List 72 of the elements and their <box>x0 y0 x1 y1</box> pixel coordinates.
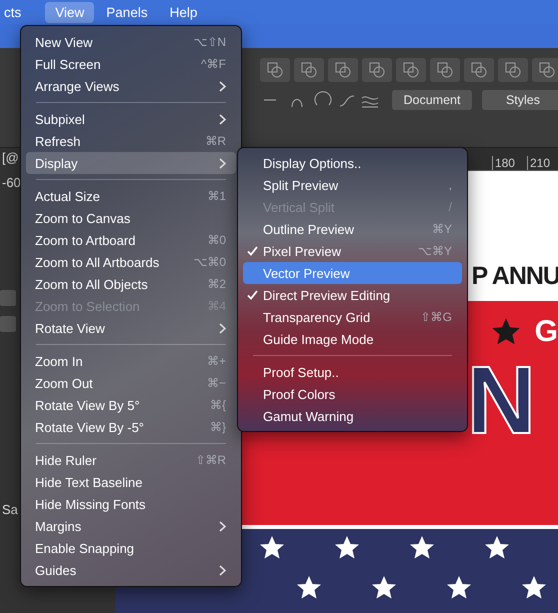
menu-item[interactable]: Subpixel <box>26 108 236 130</box>
shape-icon <box>369 62 385 78</box>
tool-button[interactable] <box>328 58 358 82</box>
menu-bar-item[interactable]: Help <box>160 2 208 22</box>
shape-icon <box>301 62 317 78</box>
menu-item[interactable]: Guides <box>26 559 236 581</box>
menu-item[interactable]: Zoom to Artboard ⌘0 <box>26 229 236 251</box>
tool-button[interactable] <box>498 58 528 82</box>
chevron-right-icon <box>219 322 226 334</box>
shape-icon <box>403 62 419 78</box>
menu-item[interactable]: Rotate View By -5° ⌘} <box>26 416 236 438</box>
menu-item[interactable]: Direct Preview Editing <box>243 284 462 306</box>
panel-tab-button[interactable]: Styles <box>482 90 558 110</box>
menu-item[interactable]: Enable Snapping <box>26 537 236 559</box>
artwork-letter: G <box>534 315 558 349</box>
menu-item[interactable]: Full Screen ^⌘F <box>26 53 236 75</box>
menu-item[interactable]: Hide Missing Fonts <box>26 493 236 515</box>
tool-button[interactable] <box>260 58 290 82</box>
checkmark-icon <box>247 246 258 256</box>
panel-label: Sa <box>1 502 18 517</box>
tool-button[interactable] <box>396 58 426 82</box>
star-icon <box>490 317 521 347</box>
shape-icon <box>267 62 283 78</box>
menu-item[interactable]: Gamut Warning <box>243 405 462 427</box>
shape-icon <box>539 62 555 78</box>
tool-button[interactable] <box>294 58 324 82</box>
tool-button[interactable] <box>362 58 392 82</box>
menu-item[interactable]: New View ⌥⇧N <box>26 31 236 53</box>
field-text: [@ <box>1 150 19 165</box>
artwork-big-letter: N <box>466 353 536 449</box>
tool-button[interactable] <box>532 58 558 82</box>
ruler-number: 210 <box>526 156 550 170</box>
menu-item[interactable]: Vector Preview <box>243 262 462 284</box>
menu-item[interactable]: Rotate View <box>26 317 236 339</box>
menu-item[interactable]: Zoom Out ⌘− <box>26 372 236 394</box>
ruler-number: -60 <box>1 175 21 190</box>
ruler-number: 180 <box>492 156 515 170</box>
menu-item[interactable]: Pixel Preview ⌥⌘Y <box>243 240 462 262</box>
menu-item[interactable]: Proof Colors <box>243 383 462 405</box>
chevron-right-icon <box>219 114 226 124</box>
menu-item[interactable]: Actual Size ⌘1 <box>26 185 236 207</box>
menu-bar-item[interactable]: Panels <box>96 2 158 22</box>
shape-icon <box>505 62 521 78</box>
tool-button[interactable] <box>430 58 460 82</box>
menu-item[interactable]: Zoom to Canvas <box>26 207 236 229</box>
panel-tab-button[interactable]: Document <box>392 90 472 110</box>
menu-item[interactable]: Transparency Grid ⇧⌘G <box>243 306 462 328</box>
menu-item[interactable]: Margins <box>26 515 236 537</box>
chevron-right-icon <box>219 158 226 168</box>
chevron-right-icon <box>219 564 226 576</box>
checkmark-icon <box>247 290 258 300</box>
menu-item[interactable]: Proof Setup.. <box>243 361 462 383</box>
menu-item[interactable]: Refresh ⌘R <box>26 130 236 152</box>
chevron-right-icon <box>219 80 226 92</box>
menu-item[interactable]: Zoom In ⌘+ <box>26 350 236 372</box>
menu-item[interactable]: Hide Text Baseline <box>26 471 236 493</box>
shape-icon <box>471 62 487 78</box>
shape-icon <box>335 62 351 78</box>
menu-item[interactable]: Zoom to All Artboards ⌥⌘0 <box>26 251 236 273</box>
menu-item[interactable]: Guide Image Mode <box>243 328 462 350</box>
menu-item[interactable]: Display <box>26 152 236 174</box>
chevron-right-icon <box>219 520 226 532</box>
shape-icon <box>437 62 453 78</box>
menu-item[interactable]: Arrange Views <box>26 75 236 97</box>
menu-item[interactable]: Zoom to All Objects ⌘2 <box>26 273 236 295</box>
tool-button[interactable] <box>464 58 494 82</box>
menu-item[interactable]: Hide Ruler ⇧⌘R <box>26 449 236 471</box>
menu-item[interactable]: Split Preview , <box>243 174 462 196</box>
menu-item[interactable]: Rotate View By 5° ⌘{ <box>26 394 236 416</box>
menu-item[interactable]: Outline Preview ⌘Y <box>243 218 462 240</box>
menu-item[interactable]: Display Options.. <box>243 152 462 174</box>
menu-bar-item[interactable]: cts <box>0 2 32 22</box>
